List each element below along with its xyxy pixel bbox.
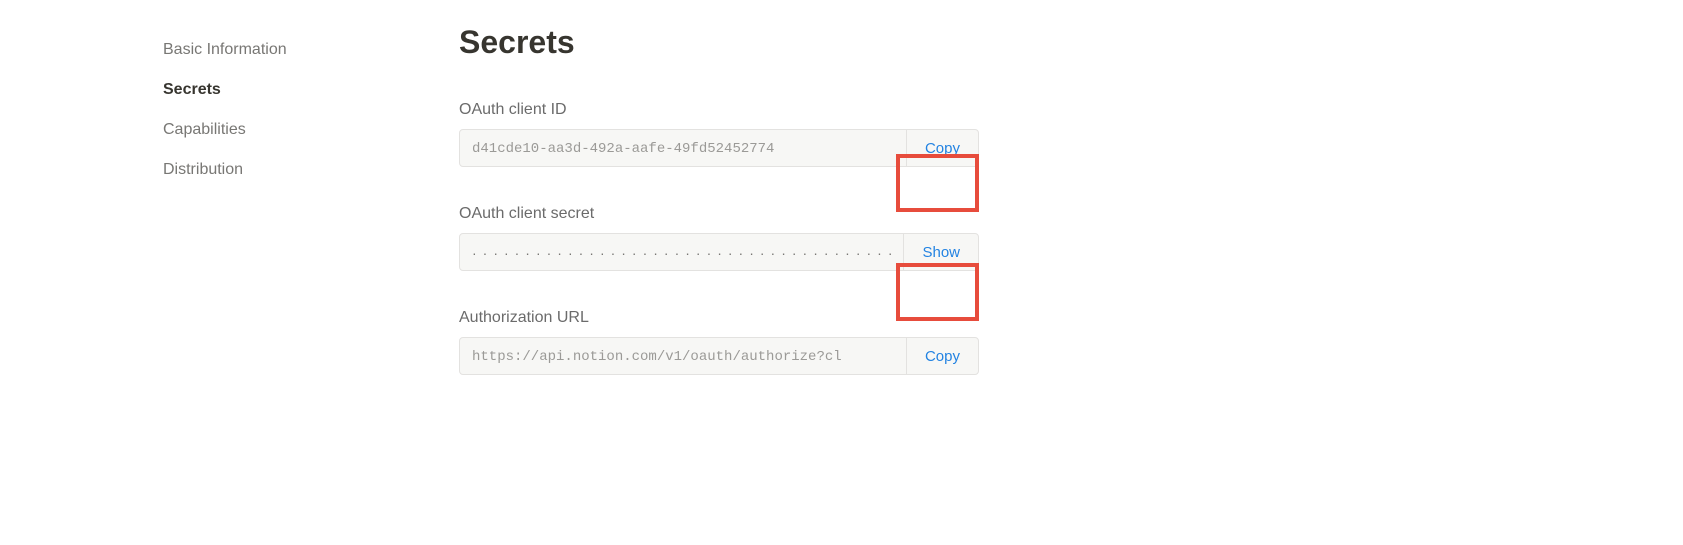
authorization-url-row: https://api.notion.com/v1/oauth/authoriz… (459, 337, 979, 375)
field-oauth-client-secret: OAuth client secret ····················… (459, 205, 979, 271)
oauth-client-id-row: d41cde10-aa3d-492a-aafe-49fd52452774 Cop… (459, 129, 979, 167)
oauth-client-id-value[interactable]: d41cde10-aa3d-492a-aafe-49fd52452774 (460, 130, 906, 166)
sidebar-item-capabilities[interactable]: Capabilities (163, 110, 459, 150)
field-authorization-url: Authorization URL https://api.notion.com… (459, 309, 979, 375)
sidebar: Basic Information Secrets Capabilities D… (163, 30, 459, 413)
oauth-client-secret-masked[interactable]: ········································ (460, 234, 903, 270)
copy-client-id-button[interactable]: Copy (906, 130, 978, 166)
authorization-url-value[interactable]: https://api.notion.com/v1/oauth/authoriz… (460, 338, 906, 374)
sidebar-item-secrets[interactable]: Secrets (163, 70, 459, 110)
show-client-secret-button[interactable]: Show (903, 234, 978, 270)
main-content: Secrets OAuth client ID d41cde10-aa3d-49… (459, 30, 979, 413)
oauth-client-secret-row: ········································… (459, 233, 979, 271)
sidebar-item-distribution[interactable]: Distribution (163, 150, 459, 190)
copy-authorization-url-button[interactable]: Copy (906, 338, 978, 374)
page-title: Secrets (459, 24, 979, 61)
sidebar-item-basic-information[interactable]: Basic Information (163, 30, 459, 70)
oauth-client-id-label: OAuth client ID (459, 101, 979, 119)
oauth-client-secret-label: OAuth client secret (459, 205, 979, 223)
field-oauth-client-id: OAuth client ID d41cde10-aa3d-492a-aafe-… (459, 101, 979, 167)
authorization-url-label: Authorization URL (459, 309, 979, 327)
